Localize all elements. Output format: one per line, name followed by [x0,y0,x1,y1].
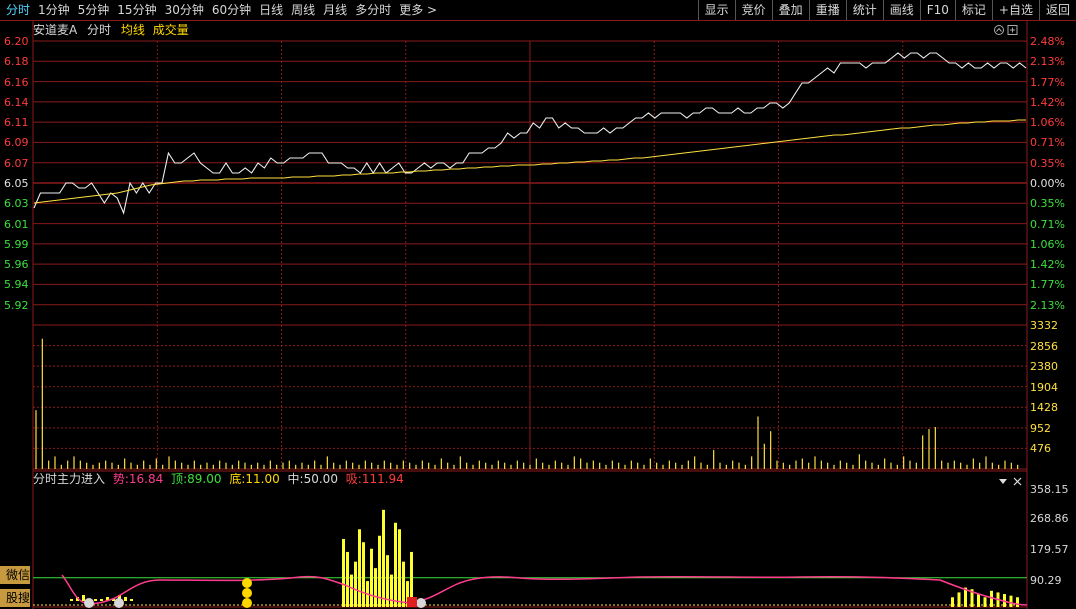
percent-tick-label: 0.71% [1030,136,1065,150]
top-value: 89.00 [187,472,222,486]
indicator-bar [370,548,373,607]
indicator-title-bar: 分时主力进入 势:16.84 顶:89.00 底:11.00 中:50.00 吸… [33,471,404,487]
top-label: 顶: [171,472,188,486]
mid-label: 中: [287,472,304,486]
wechat-button-label: 微信 [5,568,30,582]
price-tick-label: 6.09 [4,136,29,150]
triangle-down-icon[interactable] [999,479,1007,484]
trend-value: 16.84 [128,472,164,486]
percent-tick-label: 1.06% [1030,237,1065,251]
indicator-bar [1016,597,1019,607]
percent-tick-label: 1.42% [1030,95,1065,109]
price-tick-label: 6.14 [4,95,29,109]
percent-tick-label: 0.00% [1030,177,1065,190]
stock-search-button-label: 股搜 [5,591,30,605]
indicator-bar [70,599,73,601]
price-tick-label: 6.16 [4,75,29,89]
price-tick-label: 5.92 [4,298,29,312]
percent-tick-label: 1.77% [1030,278,1065,292]
indicator-bar [398,529,401,607]
percent-tick-label: 2.13% [1030,55,1065,69]
price-tick-label: 6.18 [4,55,29,69]
percent-tick-label: 0.35% [1030,156,1065,170]
indicator-bar [130,599,133,601]
trend-label: 势: [112,472,129,486]
percent-tick-label: 0.35% [1030,197,1065,211]
bottom-label: 底: [229,472,246,486]
indicator-tick-label: 90.29 [1030,574,1062,587]
percent-tick-label: 1.42% [1030,258,1065,272]
indicator-bar [951,597,954,607]
price-tick-label: 5.94 [4,278,29,292]
volume-tick-label: 2856 [1030,339,1058,353]
indicator-panel-frame [32,470,1028,608]
wechat-button[interactable]: 微信 [0,566,30,584]
percent-tick-label: 2.13% [1030,298,1065,312]
volume-tick-label: 476 [1030,442,1051,456]
absorb-label: 吸: [345,472,362,486]
indicator-bar [362,542,365,607]
price-tick-label: 5.96 [4,258,29,272]
indicator-bar [82,595,85,601]
volume-tick-label: 1904 [1030,380,1058,394]
price-tick-label: 6.03 [4,197,29,211]
indicator-bar [358,529,361,607]
mid-value: 50.00 [303,472,338,486]
trend-curve [61,574,1028,606]
indicator-bar [990,590,993,607]
indicator-bar [94,599,97,601]
bottom-value: 11.00 [245,472,280,486]
indicator-bar [1009,595,1013,607]
money-icon [114,598,124,608]
indicator-bar [977,594,980,607]
price-tick-label: 5.99 [4,237,29,251]
volume-tick-label: 3332 [1030,319,1058,332]
price-tick-label: 6.20 [4,35,29,48]
price-tick-label: 6.05 [4,177,29,190]
sell-signal-marker [407,597,417,607]
indicator-bar [100,599,103,601]
volume-tick-label: 2380 [1030,360,1058,374]
buy-signal-marker [242,588,252,598]
money-icon [84,598,94,608]
indicator-bar [983,597,987,607]
percent-tick-label: 1.06% [1030,116,1065,130]
price-tick-label: 6.11 [4,116,29,130]
buy-signal-marker [242,578,252,588]
intraday-chart [32,20,1028,609]
price-tick-label: 6.01 [4,217,29,231]
indicator-bar [382,509,385,607]
indicator-bar [402,561,405,607]
money-icon [416,598,426,608]
volume-tick-label: 952 [1030,421,1051,435]
indicator-tick-label: 268.86 [1030,512,1069,525]
percent-tick-label: 2.48% [1030,35,1065,48]
stock-search-button[interactable]: 股搜 [0,589,30,607]
indicator-bar [374,568,377,607]
indicator-bar [342,538,345,607]
indicator-tick-label: 358.15 [1030,483,1069,496]
indicator-tick-label: 179.57 [1030,543,1069,556]
volume-tick-label: 1428 [1030,401,1058,415]
indicator-bar [124,597,127,601]
indicator-bar [354,561,357,607]
absorb-value: 111.94 [361,472,404,486]
indicator-bar [957,592,961,607]
indicator-bar [350,574,353,607]
indicator-bar [394,522,397,607]
buy-signal-marker [242,598,252,608]
indicator-bar [390,574,393,607]
indicator-bar [346,551,349,607]
indicator-controls [999,477,1022,486]
price-tick-label: 6.07 [4,156,29,170]
percent-tick-label: 0.71% [1030,217,1065,231]
percent-tick-label: 1.77% [1030,75,1065,89]
close-icon[interactable] [1013,477,1022,486]
indicator-name: 分时主力进入 [33,472,106,486]
indicator-bar [378,535,381,607]
